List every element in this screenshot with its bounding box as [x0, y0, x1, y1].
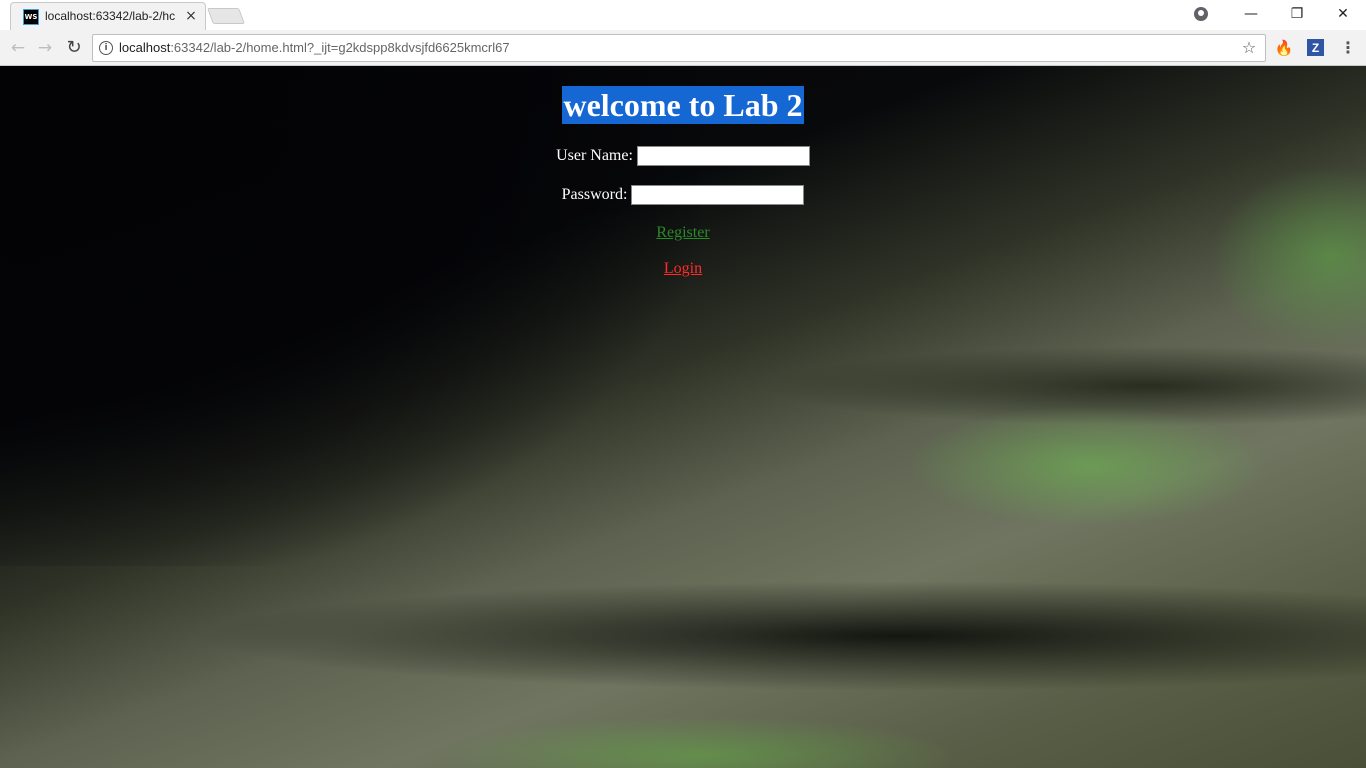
username-row: User Name: [0, 146, 1366, 166]
password-label: Password: [561, 186, 628, 203]
login-row: Login [0, 260, 1366, 278]
password-input[interactable] [631, 185, 805, 205]
login-form: welcome to Lab 2 User Name: Password: Re… [0, 66, 1366, 278]
z-extension-icon[interactable]: Z [1307, 39, 1324, 56]
username-input[interactable] [636, 146, 810, 166]
minimize-button[interactable]: — [1228, 0, 1274, 28]
browser-menu-icon[interactable]: ⋮ [1338, 36, 1358, 60]
site-info-icon[interactable]: i [99, 41, 113, 55]
username-label: User Name: [556, 147, 633, 164]
webstorm-favicon-icon: WS [23, 9, 39, 25]
register-row: Register [0, 224, 1366, 242]
profile-button[interactable] [1178, 0, 1224, 28]
close-window-button[interactable]: ✕ [1320, 0, 1366, 28]
reload-button[interactable]: ↻ [62, 36, 86, 60]
url-path: :63342/lab-2/home.html?_ijt=g2kdspp8kdvs… [170, 40, 510, 55]
page-viewport: welcome to Lab 2 User Name: Password: Re… [0, 66, 1366, 768]
url-text[interactable]: localhost:63342/lab-2/home.html?_ijt=g2k… [119, 40, 510, 58]
fire-extension-icon[interactable]: 🔥 [1274, 38, 1294, 58]
forward-button[interactable]: → [33, 36, 57, 60]
browser-toolbar: ← → ↻ i localhost:63342/lab-2/home.html?… [0, 30, 1366, 66]
browser-tab[interactable]: WS localhost:63342/lab-2/hc × [10, 2, 206, 30]
page-heading: welcome to Lab 2 [562, 86, 804, 124]
new-tab-button[interactable] [207, 8, 245, 24]
bookmark-star-icon[interactable]: ☆ [1239, 38, 1259, 58]
tab-close-icon[interactable]: × [183, 8, 199, 24]
login-link[interactable]: Login [664, 260, 702, 277]
password-row: Password: [0, 185, 1366, 205]
register-link[interactable]: Register [656, 224, 709, 241]
back-button[interactable]: ← [6, 36, 30, 60]
restore-button[interactable]: ❐ [1274, 0, 1320, 28]
title-bar: WS localhost:63342/lab-2/hc × — ❐ ✕ [0, 0, 1366, 30]
profile-icon [1194, 7, 1208, 21]
tab-title: localhost:63342/lab-2/hc [45, 9, 176, 23]
url-host: localhost [119, 40, 171, 55]
address-bar[interactable]: i localhost:63342/lab-2/home.html?_ijt=g… [92, 34, 1266, 62]
